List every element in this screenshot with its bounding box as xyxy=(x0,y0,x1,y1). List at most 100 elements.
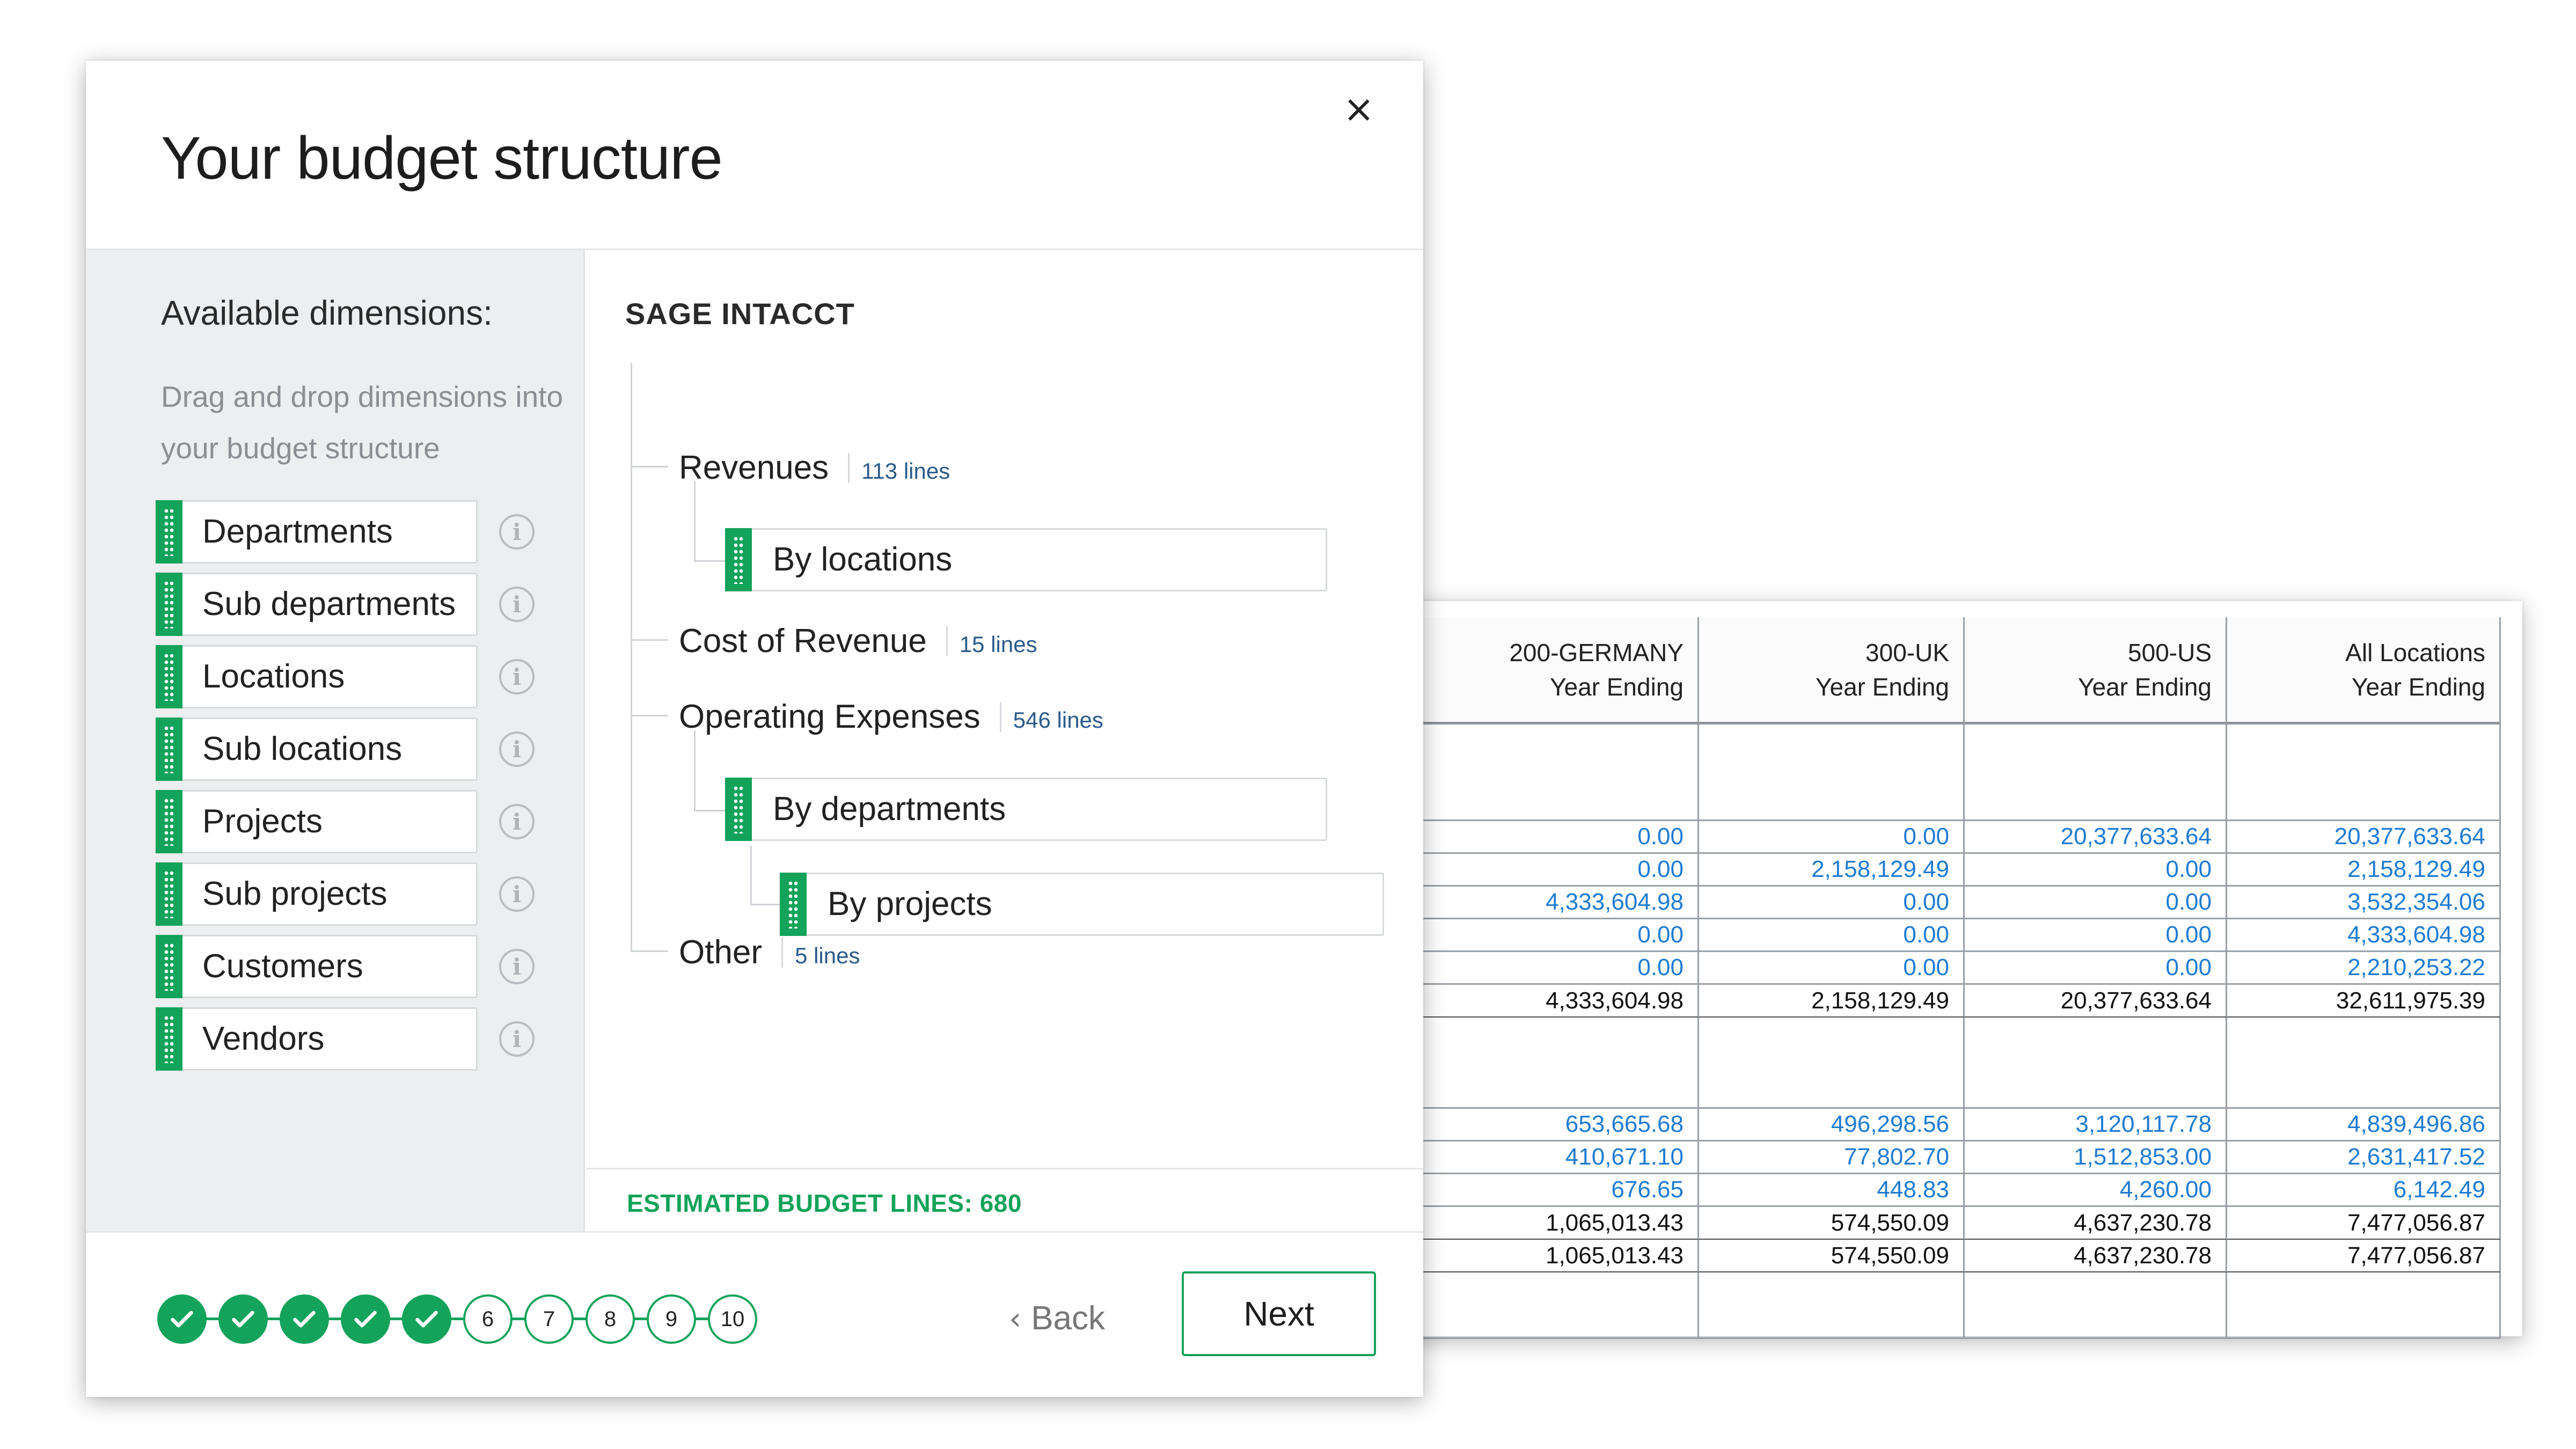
drag-drop-help-text: Drag and drop dimensions into your budge… xyxy=(161,380,564,465)
check-icon xyxy=(232,1311,254,1328)
column-header-title: All Locations xyxy=(2345,638,2485,667)
column-header-subtitle: Year Ending xyxy=(2352,672,2485,701)
drag-handle-icon[interactable] xyxy=(156,935,182,998)
value-cell: 20,377,633.64 xyxy=(1965,821,2227,854)
value-cell: 4,333,604.98 xyxy=(2227,919,2501,952)
drag-handle-icon[interactable] xyxy=(156,718,182,781)
dropped-dimension-by-departments[interactable]: By departments xyxy=(725,778,1327,841)
total-cell: 4,637,230.78 xyxy=(1965,1240,2227,1272)
tree-node-label: Revenues xyxy=(679,449,829,486)
dimension-label: Departments xyxy=(202,513,393,550)
step-completed[interactable] xyxy=(218,1294,268,1344)
value-cell: 0.00 xyxy=(1411,952,1699,985)
total-cell: 4,637,230.78 xyxy=(1965,1207,2227,1240)
modal-title: Your budget structure xyxy=(161,125,723,192)
drag-handle-icon[interactable] xyxy=(156,790,182,853)
info-icon[interactable]: i xyxy=(499,1021,535,1057)
dimension-item-sub-departments[interactable]: Sub departments xyxy=(156,573,478,636)
step-6[interactable]: 6 xyxy=(463,1294,513,1344)
value-cell: 0.00 xyxy=(1965,854,2227,887)
source-system-title: SAGE INTACCT xyxy=(625,297,855,331)
dropped-dimension-label: By locations xyxy=(773,541,953,578)
column-header: 500-US Year Ending xyxy=(1965,617,2227,724)
empty-cell xyxy=(1965,724,2227,821)
drag-handle-icon[interactable] xyxy=(156,645,182,708)
total-cell: 574,550.09 xyxy=(1699,1207,1965,1240)
dimension-item-vendors[interactable]: Vendors xyxy=(156,1007,478,1071)
step-completed[interactable] xyxy=(402,1294,451,1344)
drag-handle-icon[interactable] xyxy=(156,573,182,636)
value-cell: 4,260.00 xyxy=(1965,1174,2227,1207)
value-cell: 20,377,633.64 xyxy=(2227,821,2501,854)
step-completed[interactable] xyxy=(157,1294,207,1344)
column-header-subtitle: Year Ending xyxy=(1816,672,1949,701)
drag-handle-icon[interactable] xyxy=(725,528,752,591)
value-cell: 410,671.10 xyxy=(1411,1141,1699,1174)
dropped-dimension-by-locations[interactable]: By locations xyxy=(725,528,1327,591)
step-7[interactable]: 7 xyxy=(524,1294,574,1344)
dimension-item-customers[interactable]: Customers xyxy=(156,935,478,998)
chevron-left-icon: ‹ xyxy=(1009,1300,1022,1337)
column-header-title: 300-UK xyxy=(1865,638,1949,667)
dimension-label: Projects xyxy=(202,803,323,840)
back-button[interactable]: ‹ Back xyxy=(1009,1292,1105,1345)
info-icon[interactable]: i xyxy=(499,876,535,912)
next-button[interactable]: Next xyxy=(1182,1271,1376,1356)
value-cell: 2,158,129.49 xyxy=(1699,854,1965,887)
dimension-item-sub-locations[interactable]: Sub locations xyxy=(156,718,478,781)
info-icon[interactable]: i xyxy=(499,731,535,767)
drag-handle-icon[interactable] xyxy=(156,500,182,564)
value-cell: 0.00 xyxy=(1699,887,1965,919)
tree-trunk-line xyxy=(631,363,632,952)
value-cell: 448.83 xyxy=(1699,1174,1965,1207)
tree-sub-line xyxy=(694,810,726,811)
available-dimensions-panel: Available dimensions: Drag and drop dime… xyxy=(86,250,585,1231)
value-cell: 77,802.70 xyxy=(1699,1141,1965,1174)
dimension-item-projects[interactable]: Projects xyxy=(156,790,478,853)
close-icon[interactable]: × xyxy=(1332,82,1386,136)
step-9[interactable]: 9 xyxy=(647,1294,696,1344)
drag-handle-icon[interactable] xyxy=(156,1007,182,1071)
info-icon[interactable]: i xyxy=(499,587,535,622)
total-cell: 1,065,013.43 xyxy=(1411,1207,1699,1240)
dropped-dimension-by-projects[interactable]: By projects xyxy=(780,873,1384,936)
available-dimensions-title: Available dimensions: xyxy=(161,294,493,332)
dimension-item-locations[interactable]: Locations xyxy=(156,645,478,708)
check-icon xyxy=(171,1311,193,1328)
drag-handle-icon[interactable] xyxy=(156,862,182,926)
estimated-budget-lines-bar: ESTIMATED BUDGET LINES: 680 xyxy=(587,1168,1423,1231)
drag-handle-icon[interactable] xyxy=(780,873,807,936)
total-cell: 2,158,129.49 xyxy=(1699,985,1965,1018)
info-icon[interactable]: i xyxy=(499,949,535,984)
dimension-item-sub-projects[interactable]: Sub projects xyxy=(156,862,478,926)
dropped-dimension-label: By departments xyxy=(773,791,1006,828)
value-cell: 3,532,354.06 xyxy=(2227,887,2501,919)
column-header-title: 200-GERMANY xyxy=(1509,638,1684,667)
column-header: 300-UK Year Ending xyxy=(1699,617,1965,724)
empty-cell xyxy=(1699,1018,1965,1109)
dimension-label: Vendors xyxy=(202,1020,325,1057)
step-10[interactable]: 10 xyxy=(708,1294,757,1344)
tree-node-operating-expenses: Operating Expenses 546 lines xyxy=(679,698,1103,736)
line-count-badge: 5 lines xyxy=(795,943,860,968)
drag-handle-icon[interactable] xyxy=(725,778,752,841)
dimension-item-departments[interactable]: Departments xyxy=(156,500,478,564)
tree-node-label: Other xyxy=(679,934,763,971)
check-icon xyxy=(293,1311,316,1328)
value-cell: 0.00 xyxy=(1411,821,1699,854)
value-cell: 4,333,604.98 xyxy=(1411,887,1699,919)
tree-sub-line xyxy=(694,481,696,561)
total-cell: 7,477,056.87 xyxy=(2227,1207,2501,1240)
spreadsheet-grid: 200-GERMANY Year Ending 300-UK Year Ending 5… xyxy=(1411,617,2501,1339)
empty-cell xyxy=(1965,1272,2227,1339)
step-completed[interactable] xyxy=(341,1294,390,1344)
info-icon[interactable]: i xyxy=(499,804,535,839)
step-completed[interactable] xyxy=(280,1294,329,1344)
step-8[interactable]: 8 xyxy=(586,1294,635,1344)
total-cell: 20,377,633.64 xyxy=(1965,985,2227,1018)
dimension-label: Locations xyxy=(202,658,345,695)
tree-node-other: Other 5 lines xyxy=(679,933,860,971)
info-icon[interactable]: i xyxy=(499,659,535,694)
info-icon[interactable]: i xyxy=(499,514,535,550)
column-header-subtitle: Year Ending xyxy=(2078,672,2212,701)
